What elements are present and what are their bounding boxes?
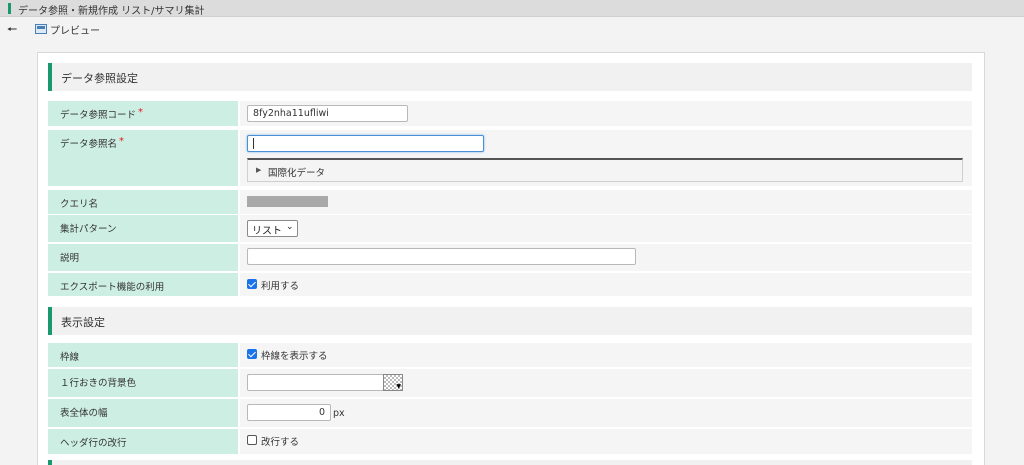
label-name: データ参照名 * <box>48 130 238 186</box>
border-checkbox[interactable] <box>247 349 257 359</box>
text-caret <box>253 138 254 149</box>
i18n-label: 国際化データ <box>268 168 326 179</box>
export-checkbox-label[interactable]: 利用する <box>261 278 299 292</box>
description-input[interactable] <box>247 248 636 265</box>
title-bar: データ参照・新規作成 リスト/サマリ集計 <box>0 0 1024 17</box>
table-width-input[interactable]: 0 <box>247 404 331 421</box>
window-title: データ参照・新規作成 リスト/サマリ集計 <box>18 6 205 17</box>
label-table-width: 表全体の幅 <box>48 399 238 427</box>
section-title: 表示設定 <box>61 316 105 329</box>
border-checkbox-label[interactable]: 枠線を表示する <box>261 348 328 362</box>
label-code: データ参照コード * <box>48 101 238 126</box>
export-checkbox[interactable] <box>247 279 257 289</box>
value-header-wrap <box>240 429 972 454</box>
label-export: エクスポート機能の利用 <box>48 273 238 296</box>
value-border <box>240 343 972 367</box>
label-text: 枠線 <box>60 352 80 363</box>
title-mark-icon <box>8 3 11 14</box>
label-text: 表全体の幅 <box>60 408 108 419</box>
required-mark: * <box>119 136 125 147</box>
code-input[interactable]: 8fy2nha11ufliwi <box>247 105 408 122</box>
header-wrap-checkbox[interactable] <box>247 435 257 445</box>
preview-icon <box>35 24 47 34</box>
label-query: クエリ名 <box>48 190 238 214</box>
preview-label: プレビュー <box>50 25 100 37</box>
label-text: ヘッダ行の改行 <box>60 438 127 449</box>
i18n-toggle[interactable]: ▶ 国際化データ <box>247 158 963 182</box>
next-section-edge <box>48 460 972 465</box>
label-header-wrap: ヘッダ行の改行 <box>48 429 238 454</box>
toolbar: 🠔 プレビュー <box>0 17 1024 41</box>
label-alt-bg: １行おきの背景色 <box>48 369 238 397</box>
label-text: クエリ名 <box>60 199 99 210</box>
query-name-redacted <box>247 196 328 207</box>
value-table-width <box>240 399 972 427</box>
required-mark: * <box>138 107 144 118</box>
label-border: 枠線 <box>48 343 238 367</box>
alt-bg-color-input[interactable] <box>247 374 384 391</box>
triangle-right-icon: ▶ <box>256 166 262 174</box>
triangle-down-icon: ▼ <box>396 383 401 390</box>
name-input[interactable] <box>247 135 484 152</box>
select-value: リスト <box>252 226 282 237</box>
section-data-ref: データ参照設定 <box>48 63 972 91</box>
label-pattern: 集計パターン <box>48 215 238 242</box>
section-title: データ参照設定 <box>61 72 138 85</box>
label-text: １行おきの背景色 <box>60 378 137 389</box>
preview-button[interactable]: プレビュー <box>35 22 100 37</box>
label-text: データ参照名 <box>60 139 118 150</box>
section-display: 表示設定 <box>48 307 972 335</box>
label-text: 説明 <box>60 253 80 264</box>
back-arrow-icon[interactable]: 🠔 <box>5 22 19 36</box>
value-query <box>240 190 972 214</box>
unit-label: px <box>333 408 345 419</box>
pattern-select[interactable]: リスト ⌄ <box>247 220 298 237</box>
value-export <box>240 273 972 296</box>
label-text: 集計パターン <box>60 224 117 235</box>
label-text: データ参照コード <box>60 110 137 121</box>
chevron-down-icon: ⌄ <box>286 222 294 232</box>
label-description: 説明 <box>48 244 238 271</box>
header-wrap-checkbox-label[interactable]: 改行する <box>261 434 299 448</box>
color-picker-button[interactable]: ▼ <box>383 374 403 391</box>
label-text: エクスポート機能の利用 <box>60 282 165 293</box>
value-pattern <box>240 215 972 242</box>
